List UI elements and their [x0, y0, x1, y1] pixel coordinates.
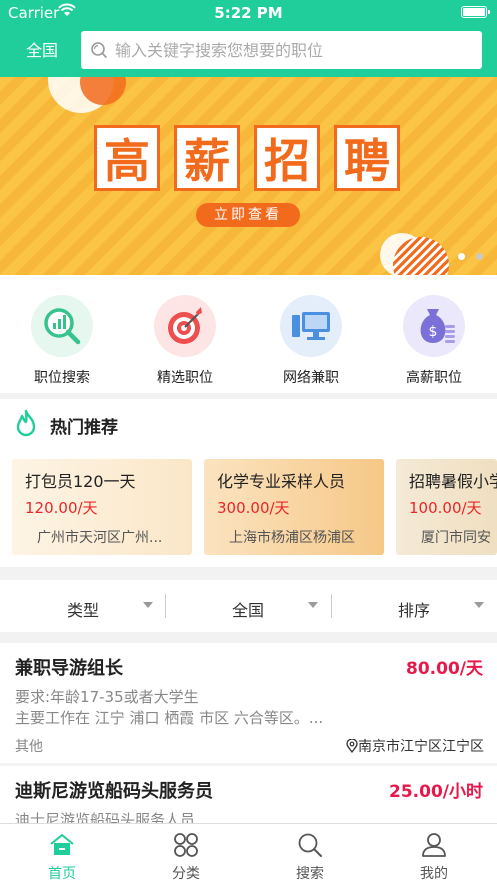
- job-description: 主要工作在 江宁 浦口 栖霞 市区 六合等区。...: [15, 709, 324, 727]
- category-label: 精选职位: [157, 370, 213, 386]
- card-location: 广州市天河区广州...: [37, 530, 163, 546]
- card-title: 招聘暑假小学: [409, 472, 497, 491]
- tab-profile[interactable]: 我的: [372, 824, 496, 883]
- job-requirement: 迪士尼游览船码头服务人员: [15, 811, 196, 823]
- category-row: 职位搜索 精选职位 网络兼职 $ 高薪职位: [0, 275, 497, 393]
- category-high-salary[interactable]: $ 高薪职位: [379, 295, 489, 387]
- job-list-item[interactable]: 兼职导游组长 80.00/天 要求:年龄17-35或者大学生 主要工作在 江宁 …: [0, 643, 497, 763]
- card-price: 300.00/天: [217, 499, 290, 517]
- filter-bar: 类型 全国 排序: [0, 580, 497, 632]
- tab-label: 分类: [172, 866, 200, 882]
- hot-recommend-section: 热门推荐 打包员120一天 120.00/天 广州市天河区广州... 化学专业采…: [0, 399, 497, 567]
- battery-icon: [461, 6, 490, 18]
- section-title: 热门推荐: [50, 418, 118, 438]
- dropdown-arrow-icon: [474, 602, 484, 608]
- search-icon: [298, 833, 322, 857]
- banner-title: 高 薪 招 聘: [94, 125, 404, 191]
- category-grid-icon: [174, 833, 198, 857]
- job-title: 兼职导游组长: [15, 658, 123, 679]
- status-bar: Carrier 5:22 PM: [0, 0, 497, 26]
- location-pin-icon: [346, 738, 358, 754]
- card-title: 化学专业采样人员: [217, 472, 346, 491]
- home-icon: [50, 834, 74, 855]
- status-time: 5:22 PM: [214, 4, 283, 22]
- job-category: 其他: [15, 739, 43, 755]
- banner-char: 招: [254, 125, 320, 191]
- target-icon: [154, 295, 216, 357]
- search-input[interactable]: [115, 31, 475, 69]
- filter-label: 排序: [398, 601, 431, 620]
- dropdown-arrow-icon: [308, 602, 318, 608]
- job-list-item[interactable]: 迪斯尼游览船码头服务员 25.00/小时 迪士尼游览船码头服务人员: [0, 766, 497, 823]
- card-location: 厦门市同安: [421, 530, 491, 546]
- tab-home[interactable]: 首页: [0, 824, 124, 883]
- card-price: 120.00/天: [25, 499, 98, 517]
- carousel-dot[interactable]: [476, 253, 483, 260]
- top-bar: Carrier 5:22 PM 全国: [0, 0, 497, 77]
- money-bag-icon: $: [403, 295, 465, 357]
- dropdown-arrow-icon: [143, 602, 153, 608]
- filter-type[interactable]: 类型: [0, 580, 165, 632]
- tab-category[interactable]: 分类: [124, 824, 248, 883]
- card-location: 上海市杨浦区杨浦区: [229, 530, 355, 546]
- category-label: 高薪职位: [406, 370, 462, 386]
- job-salary: 80.00/天: [406, 659, 483, 679]
- filter-sort[interactable]: 排序: [332, 580, 497, 632]
- job-salary: 25.00/小时: [389, 782, 483, 802]
- category-online-parttime[interactable]: 网络兼职: [256, 295, 366, 387]
- banner-char: 薪: [174, 125, 240, 191]
- tab-label: 搜索: [296, 866, 324, 882]
- banner-char: 高: [94, 125, 160, 191]
- category-job-search[interactable]: 职位搜索: [7, 295, 117, 387]
- card-price: 100.00/天: [409, 499, 482, 517]
- hot-job-card[interactable]: 打包员120一天 120.00/天 广州市天河区广州...: [12, 459, 192, 555]
- tab-label: 首页: [48, 866, 76, 882]
- job-location: 南京市江宁区江宁区: [346, 736, 484, 756]
- filter-label: 类型: [67, 601, 100, 620]
- carousel-dot-active[interactable]: [458, 253, 465, 260]
- filter-label: 全国: [232, 601, 265, 620]
- card-title: 打包员120一天: [25, 472, 136, 491]
- svg-text:$: $: [429, 324, 438, 340]
- profile-icon: [422, 833, 446, 857]
- search-icon: [91, 42, 108, 59]
- job-requirement: 要求:年龄17-35或者大学生: [15, 688, 199, 706]
- search-box[interactable]: [81, 31, 482, 69]
- banner-cta-button[interactable]: 立即查看: [196, 203, 300, 227]
- banner-char: 聘: [334, 125, 400, 191]
- category-label: 网络兼职: [283, 370, 339, 386]
- hot-job-card[interactable]: 化学专业采样人员 300.00/天 上海市杨浦区杨浦区: [204, 459, 384, 555]
- flame-icon: [16, 409, 36, 437]
- job-location-text: 南京市江宁区江宁区: [358, 739, 484, 755]
- job-title: 迪斯尼游览船码头服务员: [15, 781, 213, 802]
- filter-region[interactable]: 全国: [166, 580, 331, 632]
- region-selector[interactable]: 全国: [12, 38, 72, 64]
- tab-bar: 首页 分类 搜索 我的: [0, 823, 497, 883]
- job-search-icon: [31, 295, 93, 357]
- tab-search[interactable]: 搜索: [248, 824, 372, 883]
- hot-job-card[interactable]: 招聘暑假小学 100.00/天 厦门市同安: [396, 459, 497, 555]
- category-label: 职位搜索: [34, 370, 90, 386]
- category-featured-jobs[interactable]: 精选职位: [130, 295, 240, 387]
- promo-banner[interactable]: 高 薪 招 聘 立即查看: [0, 77, 497, 275]
- computer-icon: [280, 295, 342, 357]
- tab-label: 我的: [420, 866, 448, 882]
